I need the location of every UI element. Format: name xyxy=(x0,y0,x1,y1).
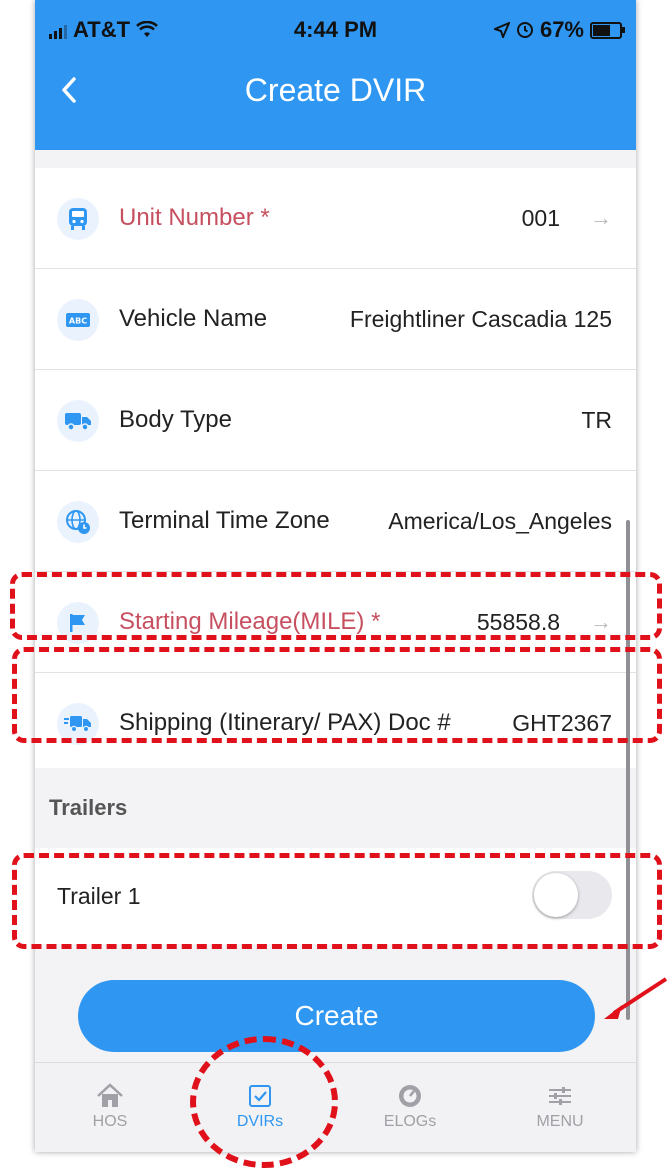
globe-clock-icon xyxy=(57,501,99,543)
body-type-label: Body Type xyxy=(119,406,232,433)
sliders-icon xyxy=(549,1087,571,1105)
abc-icon: ABC xyxy=(57,299,99,341)
gauge-icon xyxy=(399,1085,421,1107)
location-arrow-icon xyxy=(493,22,510,38)
trailers-section-label: Trailers xyxy=(49,795,128,820)
phone-screen: AT&T 4:44 PM 67% Create DVIR Unit Number… xyxy=(35,0,636,1152)
battery-percent: 67% xyxy=(539,17,584,42)
trailer-toggle[interactable] xyxy=(532,871,612,919)
arrow-right-icon[interactable]: → xyxy=(590,168,612,268)
tab-dvirs[interactable]: DVIRs xyxy=(185,1063,335,1152)
page-title: Create DVIR xyxy=(244,72,427,108)
toggle-knob xyxy=(534,873,578,917)
tab-menu[interactable]: MENU xyxy=(485,1063,635,1152)
trailer-label: Trailer 1 xyxy=(57,883,141,909)
shipping-doc-label: Shipping (Itinerary/ PAX) Doc # xyxy=(119,709,451,736)
body-type-row: Body Type TR xyxy=(35,370,636,471)
shipping-doc-value: GHT2367 xyxy=(512,710,612,736)
shipping-doc-row[interactable]: Shipping (Itinerary/ PAX) Doc # GHT2367 xyxy=(35,673,636,774)
tab-hos[interactable]: HOS xyxy=(35,1063,185,1152)
flag-icon xyxy=(57,602,99,644)
vehicle-name-label: Vehicle Name xyxy=(119,305,268,332)
starting-mileage-label: Starting Mileage(MILE) * xyxy=(119,608,381,635)
unit-number-row[interactable]: Unit Number * 001 → xyxy=(35,168,636,269)
trailer-row: Trailer 1 xyxy=(35,848,636,944)
status-right: 67% xyxy=(493,17,625,43)
unit-number-label: Unit Number * xyxy=(119,204,270,231)
starting-mileage-value: 55858.8 xyxy=(476,609,560,635)
scrollbar[interactable] xyxy=(626,520,630,1020)
tab-label-elogs: ELOGs xyxy=(383,1113,437,1130)
home-icon xyxy=(97,1083,123,1107)
unit-number-value: 001 xyxy=(521,205,560,231)
tab-bar: HOS DVIRs ELOGs MENU xyxy=(35,1062,636,1152)
terminal-time-zone-label: Terminal Time Zone xyxy=(119,507,330,534)
nav-bar: Create DVIR xyxy=(35,60,636,150)
body-type-value: TR xyxy=(581,407,612,433)
tab-elogs[interactable]: ELOGs xyxy=(335,1063,485,1152)
svg-text:ABC: ABC xyxy=(69,317,87,326)
tab-label-dvirs: DVIRs xyxy=(236,1113,284,1130)
truck-icon xyxy=(57,400,99,442)
starting-mileage-row[interactable]: Starting Mileage(MILE) * 55858.8 → xyxy=(35,572,636,673)
terminal-time-zone-value: America/Los_Angeles xyxy=(388,508,612,534)
trailers-section-header: Trailers xyxy=(35,768,636,848)
tab-label-menu: MENU xyxy=(536,1113,584,1130)
arrow-right-icon[interactable]: → xyxy=(590,572,612,672)
shipping-truck-icon xyxy=(57,703,99,745)
dvir-form: Unit Number * 001 → ABC Vehicle Name Fre… xyxy=(35,168,636,774)
checkbox-icon xyxy=(249,1085,271,1107)
alarm-clock-icon xyxy=(516,22,533,38)
vehicle-name-value: Freightliner Cascadia 125 xyxy=(349,306,612,332)
tab-label-hos: HOS xyxy=(92,1113,128,1130)
terminal-time-zone-row: Terminal Time Zone America/Los_Angeles xyxy=(35,471,636,572)
create-button[interactable]: Create xyxy=(78,980,595,1052)
bus-icon xyxy=(57,198,99,240)
vehicle-name-row: ABC Vehicle Name Freightliner Cascadia 1… xyxy=(35,269,636,370)
status-bar: AT&T 4:44 PM 67% xyxy=(35,0,636,60)
battery-icon xyxy=(590,21,625,39)
